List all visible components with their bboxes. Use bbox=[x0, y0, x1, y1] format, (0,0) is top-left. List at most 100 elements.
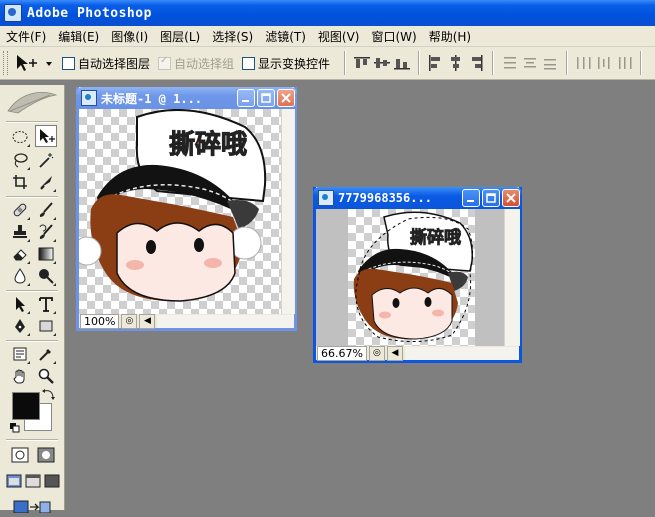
maximize-button[interactable] bbox=[482, 189, 500, 207]
document-1-title-bar[interactable]: 未标题-1 @ 1... bbox=[76, 87, 297, 109]
menu-help[interactable]: 帮助(H) bbox=[423, 28, 477, 45]
document-1-zoom-field[interactable]: 100% bbox=[80, 313, 120, 329]
distribute-hcenter-button[interactable] bbox=[595, 53, 613, 73]
align-vcenter-icon bbox=[374, 58, 391, 68]
dodge-tool[interactable] bbox=[35, 265, 57, 287]
healing-brush-tool[interactable] bbox=[9, 199, 31, 221]
auto-select-group-option[interactable]: 自动选择组 bbox=[158, 55, 234, 72]
document-window-1[interactable]: 未标题-1 @ 1... 撕碎哦 100% ◎ ◀ bbox=[76, 87, 297, 331]
menu-image[interactable]: 图像(I) bbox=[105, 28, 154, 45]
path-selection-tool[interactable] bbox=[9, 293, 31, 315]
document-2-canvas[interactable]: 撕碎哦 bbox=[348, 209, 475, 346]
distribute-bottom-button[interactable] bbox=[541, 53, 559, 73]
screen-mode-full-menu-icon bbox=[25, 474, 41, 488]
menu-edit[interactable]: 编辑(E) bbox=[52, 28, 105, 45]
eyedropper-icon bbox=[39, 349, 51, 361]
document-1-horizontal-scrollbar[interactable] bbox=[157, 314, 294, 328]
options-bar-grip[interactable] bbox=[3, 51, 8, 75]
menu-view[interactable]: 视图(V) bbox=[312, 28, 366, 45]
swap-colors-icon[interactable] bbox=[42, 388, 56, 400]
zoom-tool[interactable] bbox=[35, 365, 57, 387]
quick-mask-mode-button[interactable] bbox=[35, 444, 57, 466]
shape-tool[interactable] bbox=[35, 315, 57, 337]
gradient-icon bbox=[38, 247, 54, 261]
pen-tool[interactable] bbox=[9, 315, 31, 337]
hand-icon bbox=[13, 369, 25, 384]
minimize-icon bbox=[242, 100, 249, 102]
document-1-canvas[interactable]: 撕碎哦 bbox=[79, 109, 281, 314]
separator bbox=[418, 51, 421, 75]
lasso-icon bbox=[14, 153, 28, 168]
type-tool[interactable] bbox=[35, 293, 57, 315]
lasso-tool[interactable] bbox=[9, 149, 31, 171]
document-2-zoom-field[interactable]: 66.67% bbox=[317, 345, 367, 361]
eyedropper-tool[interactable] bbox=[35, 343, 57, 365]
jump-to-imageready-button[interactable] bbox=[9, 495, 55, 517]
maximize-icon bbox=[261, 93, 271, 103]
distribute-right-button[interactable] bbox=[615, 53, 633, 73]
auto-select-layer-checkbox[interactable] bbox=[62, 56, 75, 70]
standard-mode-button[interactable] bbox=[9, 444, 31, 466]
magnifier-icon bbox=[38, 368, 54, 384]
hand-tool[interactable] bbox=[9, 365, 31, 387]
auto-select-layer-option[interactable]: 自动选择图层 bbox=[62, 55, 150, 72]
menu-window[interactable]: 窗口(W) bbox=[365, 28, 422, 45]
menu-filter[interactable]: 滤镜(T) bbox=[259, 28, 312, 45]
document-2-title-bar[interactable]: 7779968356... bbox=[313, 187, 522, 209]
distribute-top-button[interactable] bbox=[501, 53, 519, 73]
document-2-horizontal-scrollbar[interactable] bbox=[404, 346, 519, 360]
notes-tool[interactable] bbox=[9, 343, 31, 365]
scroll-left-button[interactable]: ◀ bbox=[386, 345, 403, 361]
tool-preset-picker[interactable] bbox=[12, 51, 56, 75]
screen-mode-full[interactable] bbox=[43, 470, 61, 492]
crop-tool[interactable] bbox=[9, 171, 31, 193]
distribute-vcenter-button[interactable] bbox=[521, 53, 539, 73]
app-title: Adobe Photoshop bbox=[27, 5, 152, 21]
screen-mode-standard[interactable] bbox=[5, 470, 23, 492]
move-tool[interactable] bbox=[35, 125, 57, 147]
show-transform-controls-checkbox[interactable] bbox=[242, 56, 256, 70]
show-transform-controls-option[interactable]: 显示变换控件 bbox=[242, 55, 330, 72]
align-right-icon bbox=[472, 55, 483, 71]
auto-select-group-checkbox[interactable] bbox=[158, 55, 172, 70]
menu-select[interactable]: 选择(S) bbox=[206, 28, 259, 45]
brush-tool[interactable] bbox=[35, 199, 57, 221]
screen-mode-full-icon bbox=[44, 474, 60, 488]
document-1-status-menu-button[interactable]: ◎ bbox=[121, 313, 138, 329]
marquee-tool[interactable] bbox=[9, 126, 31, 148]
align-vertical-centers-button[interactable] bbox=[373, 53, 391, 73]
minimize-button[interactable] bbox=[237, 89, 255, 107]
document-2-vertical-scrollbar[interactable] bbox=[504, 209, 520, 346]
auto-select-group-label: 自动选择组 bbox=[174, 56, 235, 71]
blur-tool[interactable] bbox=[9, 265, 31, 287]
default-colors-icon[interactable] bbox=[10, 423, 20, 433]
magic-wand-tool[interactable] bbox=[35, 149, 57, 171]
menu-layer[interactable]: 图层(L) bbox=[154, 28, 206, 45]
separator bbox=[640, 51, 643, 75]
menu-file[interactable]: 文件(F) bbox=[0, 28, 52, 45]
scroll-left-button[interactable]: ◀ bbox=[139, 313, 156, 329]
align-top-edges-button[interactable] bbox=[353, 53, 371, 73]
document-1-vertical-scrollbar[interactable] bbox=[281, 109, 295, 314]
align-left-edges-button[interactable] bbox=[427, 53, 445, 73]
eraser-tool[interactable] bbox=[9, 243, 31, 265]
document-2-status-menu-button[interactable]: ◎ bbox=[368, 345, 385, 361]
foreground-color-swatch-front[interactable] bbox=[12, 392, 40, 420]
move-tool-preset-icon bbox=[17, 55, 52, 71]
distribute-left-button[interactable] bbox=[575, 53, 593, 73]
gradient-tool[interactable] bbox=[35, 243, 57, 265]
clone-stamp-tool[interactable] bbox=[9, 221, 31, 243]
maximize-button[interactable] bbox=[257, 89, 275, 107]
align-bottom-edges-button[interactable] bbox=[393, 53, 411, 73]
align-right-edges-button[interactable] bbox=[467, 53, 485, 73]
screen-mode-full-menu[interactable] bbox=[24, 470, 42, 492]
imageready-icon bbox=[13, 500, 51, 513]
close-button[interactable] bbox=[502, 189, 520, 207]
align-horizontal-centers-button[interactable] bbox=[447, 53, 465, 73]
minimize-button[interactable] bbox=[462, 189, 480, 207]
align-left-icon bbox=[429, 55, 441, 71]
slice-tool[interactable] bbox=[35, 171, 57, 193]
close-button[interactable] bbox=[277, 89, 295, 107]
document-window-2[interactable]: 7779968356... 撕碎哦 66.67% ◎ ◀ bbox=[313, 187, 522, 363]
history-brush-tool[interactable] bbox=[35, 221, 57, 243]
